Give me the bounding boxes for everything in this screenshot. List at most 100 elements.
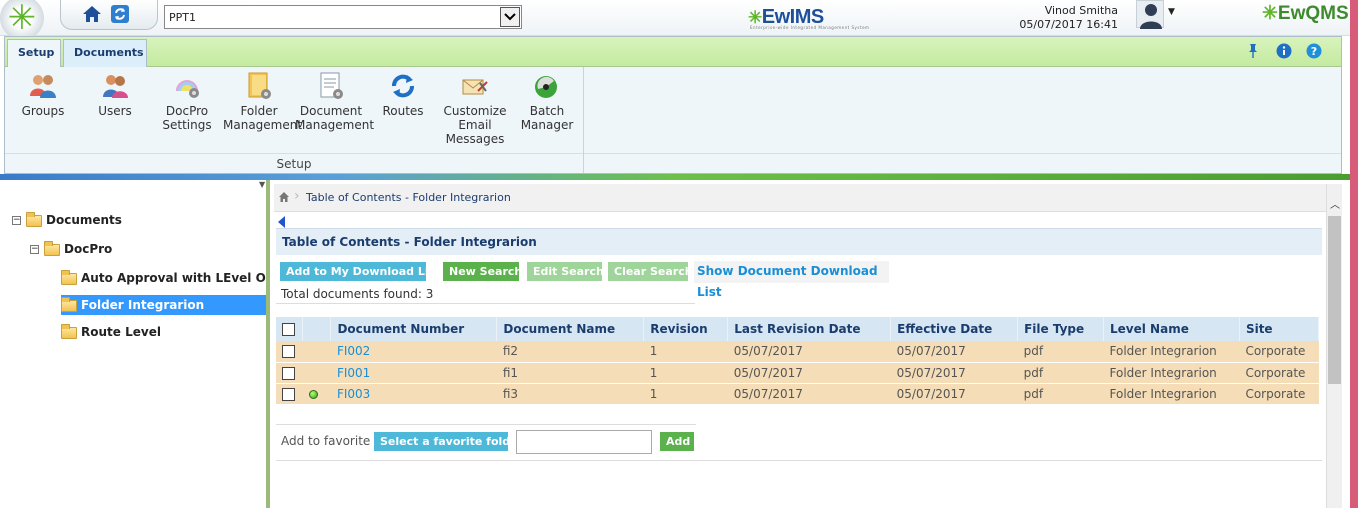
file-type-cell: pdf: [1017, 383, 1104, 405]
user-name: Vinod Smitha: [1044, 4, 1118, 17]
tab-setup[interactable]: Setup: [7, 39, 61, 67]
batch-manager-button[interactable]: Batch Manager: [511, 71, 583, 132]
scroll-up-icon[interactable]: ︿: [1330, 196, 1340, 211]
info-icon[interactable]: [1276, 43, 1292, 59]
add-favorite-button[interactable]: Add: [660, 432, 694, 451]
revision-cell: 1: [643, 341, 728, 363]
window-edge: [1350, 0, 1358, 508]
total-documents-count: Total documents found: 3: [276, 284, 695, 304]
docpro-settings-label-2: Settings: [162, 118, 212, 132]
show-download-list-link[interactable]: Show Document Download List: [694, 261, 889, 299]
add-to-download-list-button[interactable]: Add to My Download List: [280, 262, 440, 281]
status-green-dot-icon: [308, 389, 318, 399]
routes-label: Routes: [382, 104, 424, 118]
table-row[interactable]: FI001 fi1 1 05/07/2017 05/07/2017 pdf Fo…: [276, 362, 1319, 384]
column-header-document-name[interactable]: Document Name: [496, 317, 645, 341]
column-header-file-type[interactable]: File Type: [1017, 317, 1105, 341]
row-status-cell: [302, 362, 331, 384]
ribbon: Setup Documents ? Groups Users DocPro Se…: [4, 36, 1342, 174]
document-management-label-2: Management: [295, 118, 375, 132]
row-checkbox[interactable]: [282, 345, 295, 359]
effective-date-cell: 05/07/2017: [890, 383, 1018, 405]
tree-node-auto-approval[interactable]: Auto Approval with LEvel Ownw: [61, 268, 266, 288]
user-menu-caret-icon[interactable]: ▼: [1168, 7, 1175, 17]
groups-label: Groups: [21, 104, 65, 118]
groups-icon: [30, 75, 56, 98]
table-row[interactable]: FI003 fi3 1 05/07/2017 05/07/2017 pdf Fo…: [276, 383, 1319, 405]
groups-button[interactable]: Groups: [7, 71, 79, 118]
nav-cap: [60, 0, 158, 30]
customize-email-label-1: Customize: [443, 104, 507, 118]
routes-icon: [392, 74, 414, 98]
ribbon-body: Groups Users DocPro Settings Folder Mana…: [5, 67, 1341, 173]
tree-label-docpro: DocPro: [64, 242, 113, 256]
routes-button[interactable]: Routes: [367, 71, 439, 118]
site-cell: Corporate: [1239, 341, 1319, 363]
tree-node-docpro[interactable]: − DocPro: [30, 239, 112, 259]
document-number-link[interactable]: FI001: [330, 362, 497, 384]
edit-search-button[interactable]: Edit Search: [527, 262, 604, 281]
column-header-site[interactable]: Site: [1239, 317, 1320, 341]
collapse-panel-icon[interactable]: ▼: [259, 180, 265, 189]
select-all-checkbox[interactable]: [282, 323, 295, 336]
document-management-button[interactable]: Document Management: [295, 71, 374, 132]
docpro-settings-icon: [176, 80, 199, 98]
customize-email-label-3: Messages: [445, 132, 505, 146]
tree-label-documents: Documents: [46, 213, 122, 227]
customize-email-label-2: Email: [458, 118, 492, 132]
tree-node-documents[interactable]: − Documents: [12, 210, 122, 230]
row-select-cell: [276, 383, 303, 405]
breadcrumb-current[interactable]: Table of Contents - Folder Integrarion: [306, 191, 511, 204]
vertical-scrollbar[interactable]: ︿: [1326, 184, 1342, 508]
effective-date-cell: 05/07/2017: [890, 341, 1018, 363]
column-header-last-revision-date[interactable]: Last Revision Date: [727, 317, 892, 341]
clear-search-button[interactable]: Clear Search: [608, 262, 693, 281]
ribbon-tab-strip: Setup Documents ?: [5, 37, 1341, 67]
home-icon[interactable]: [81, 3, 103, 25]
select-favorite-folder-button[interactable]: Select a favorite folder: [374, 432, 523, 451]
collapse-left-arrow-icon[interactable]: [278, 216, 285, 228]
file-type-cell: pdf: [1017, 362, 1104, 384]
document-management-icon: [320, 72, 343, 99]
pin-icon[interactable]: [1245, 43, 1261, 59]
scrollbar-thumb[interactable]: [1328, 216, 1341, 384]
new-search-button[interactable]: New Search: [443, 262, 522, 281]
avatar[interactable]: [1136, 0, 1164, 29]
table-row[interactable]: FI002 fi2 1 05/07/2017 05/07/2017 pdf Fo…: [276, 341, 1319, 363]
refresh-icon[interactable]: [110, 4, 130, 24]
users-icon: [103, 75, 128, 98]
folder-management-button[interactable]: Folder Management: [223, 71, 302, 132]
tree-node-route-level[interactable]: Route Level: [61, 322, 161, 342]
column-header-level-name[interactable]: Level Name: [1103, 317, 1240, 341]
document-number-link[interactable]: FI002: [330, 341, 497, 363]
collapse-toggle-icon[interactable]: −: [12, 216, 21, 225]
favorite-folder-input[interactable]: [516, 430, 652, 454]
tab-documents[interactable]: Documents: [63, 39, 147, 67]
column-header-revision[interactable]: Revision: [643, 317, 729, 341]
app-logo[interactable]: ✳: [0, 0, 44, 40]
level-name-cell: Folder Integrarion: [1103, 362, 1240, 384]
revision-cell: 1: [643, 362, 728, 384]
row-checkbox[interactable]: [282, 387, 295, 401]
users-button[interactable]: Users: [79, 71, 151, 118]
docpro-settings-button[interactable]: DocPro Settings: [151, 71, 223, 132]
ewims-tagline: Enterprise-wide Integrated Management Sy…: [750, 25, 870, 30]
status-header: [302, 317, 332, 341]
row-select-cell: [276, 341, 303, 363]
row-checkbox[interactable]: [282, 366, 295, 380]
column-header-document-number[interactable]: Document Number: [330, 317, 498, 341]
breadcrumb: › Table of Contents - Folder Integrarion: [274, 184, 1326, 212]
collapse-toggle-icon[interactable]: −: [30, 245, 39, 254]
help-icon[interactable]: ?: [1306, 43, 1322, 59]
customize-email-button[interactable]: Customize Email Messages: [439, 71, 511, 146]
ewqms-brand: EwQMS: [1277, 3, 1349, 24]
project-select[interactable]: PPT1: [164, 5, 522, 29]
document-number-link[interactable]: FI003: [330, 383, 497, 405]
home-icon[interactable]: [278, 191, 290, 203]
current-datetime: 05/07/2017 16:41: [1019, 18, 1118, 31]
users-label: Users: [98, 104, 132, 118]
tree-node-folder-integration[interactable]: Folder Integrarion: [61, 295, 266, 315]
chevron-down-icon[interactable]: [500, 7, 520, 27]
level-name-cell: Folder Integrarion: [1103, 383, 1240, 405]
column-header-effective-date[interactable]: Effective Date: [890, 317, 1019, 341]
